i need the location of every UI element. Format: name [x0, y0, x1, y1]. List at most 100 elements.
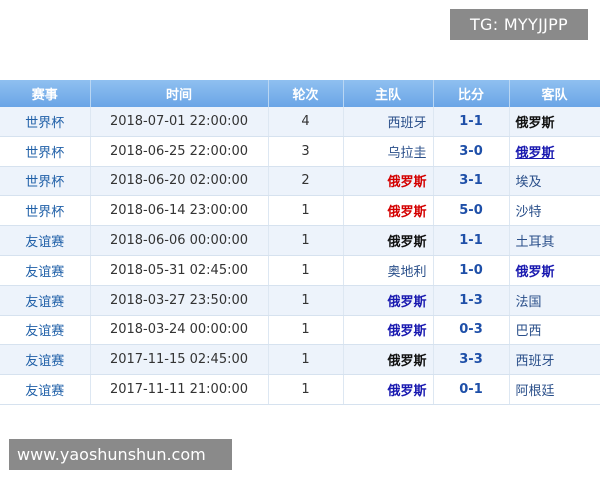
- round-cell: 1: [268, 374, 344, 405]
- away-team-cell: 沙特: [509, 195, 600, 227]
- time-cell: 2018-06-14 23:00:00: [90, 195, 269, 227]
- away-team-text[interactable]: 沙特: [516, 205, 542, 220]
- score-text[interactable]: 3-0: [459, 144, 483, 159]
- home-team-text[interactable]: 俄罗斯: [387, 295, 426, 310]
- away-team-text[interactable]: 俄罗斯: [516, 265, 555, 280]
- event-text[interactable]: 友谊赛: [25, 384, 64, 399]
- score-cell: 3-0: [433, 136, 510, 167]
- round-text: 1: [301, 262, 310, 278]
- header-event[interactable]: 赛事: [0, 80, 91, 107]
- header-time[interactable]: 时间: [90, 80, 269, 107]
- home-team-text[interactable]: 俄罗斯: [387, 384, 426, 399]
- table-body: 世界杯 2018-07-01 22:00:00 4 西班牙 1-1 俄罗斯 世界杯 2018-…: [0, 107, 600, 405]
- table-row: 世界杯 2018-06-25 22:00:00 3 乌拉圭 3-0 俄罗斯: [0, 136, 600, 167]
- event-cell: 世界杯: [0, 166, 91, 197]
- event-text[interactable]: 友谊赛: [25, 265, 64, 280]
- score-text[interactable]: 0-1: [459, 382, 483, 397]
- watermark-bottom: www.yaoshunshun.com: [9, 439, 232, 470]
- round-cell: 1: [268, 195, 344, 227]
- event-cell: 友谊赛: [0, 225, 91, 256]
- time-text: 2018-07-01 22:00:00: [109, 113, 249, 129]
- time-cell: 2018-03-24 00:00:00: [90, 315, 269, 346]
- event-text[interactable]: 世界杯: [25, 146, 64, 161]
- event-text[interactable]: 友谊赛: [25, 235, 64, 250]
- home-team-text[interactable]: 俄罗斯: [387, 235, 426, 250]
- home-team-text[interactable]: 俄罗斯: [387, 354, 426, 369]
- home-team-text[interactable]: 乌拉圭: [387, 146, 426, 161]
- home-team-cell: 俄罗斯: [343, 225, 434, 256]
- time-text: 2018-03-24 00:00:00: [109, 322, 249, 338]
- event-cell: 友谊赛: [0, 315, 91, 346]
- event-cell: 友谊赛: [0, 285, 91, 316]
- home-team-cell: 俄罗斯: [343, 195, 434, 227]
- home-team-text[interactable]: 奥地利: [387, 265, 426, 280]
- score-text[interactable]: 1-3: [459, 293, 483, 308]
- away-team-text[interactable]: 阿根廷: [516, 384, 555, 399]
- away-team-text[interactable]: 西班牙: [516, 354, 555, 369]
- time-cell: 2018-06-25 22:00:00: [90, 136, 269, 167]
- round-cell: 1: [268, 225, 344, 256]
- round-text: 1: [301, 233, 310, 249]
- table-row: 友谊赛 2017-11-15 02:45:00 1 俄罗斯 3-3 西班牙: [0, 344, 600, 376]
- score-cell: 0-1: [433, 374, 510, 405]
- away-team-text[interactable]: 巴西: [516, 324, 542, 339]
- away-team-text[interactable]: 法国: [516, 295, 542, 310]
- away-team-cell: 俄罗斯: [509, 107, 600, 137]
- watermark-top: TG: MYYJJPP: [450, 9, 588, 40]
- away-team-text[interactable]: 埃及: [516, 175, 542, 190]
- table-row: 友谊赛 2017-11-11 21:00:00 1 俄罗斯 0-1 阿根廷: [0, 374, 600, 405]
- event-text[interactable]: 友谊赛: [25, 324, 64, 339]
- round-text: 1: [301, 203, 310, 219]
- table-row: 世界杯 2018-07-01 22:00:00 4 西班牙 1-1 俄罗斯: [0, 107, 600, 137]
- away-team-cell: 法国: [509, 285, 600, 316]
- score-text[interactable]: 1-1: [459, 233, 483, 248]
- event-text[interactable]: 世界杯: [25, 205, 64, 220]
- table-row: 友谊赛 2018-06-06 00:00:00 1 俄罗斯 1-1 土耳其: [0, 225, 600, 256]
- score-text[interactable]: 3-1: [459, 173, 483, 188]
- event-text[interactable]: 友谊赛: [25, 295, 64, 310]
- round-text: 1: [301, 292, 310, 308]
- round-text: 2: [301, 173, 310, 189]
- event-text[interactable]: 友谊赛: [25, 354, 64, 369]
- event-text[interactable]: 世界杯: [25, 116, 64, 131]
- round-text: 1: [301, 352, 310, 368]
- home-team-cell: 俄罗斯: [343, 285, 434, 316]
- table-row: 世界杯 2018-06-20 02:00:00 2 俄罗斯 3-1 埃及: [0, 166, 600, 197]
- away-team-cell: 埃及: [509, 166, 600, 197]
- event-cell: 友谊赛: [0, 374, 91, 405]
- away-team-text[interactable]: 土耳其: [516, 235, 555, 250]
- round-cell: 1: [268, 344, 344, 376]
- score-cell: 5-0: [433, 195, 510, 227]
- score-cell: 1-3: [433, 285, 510, 316]
- header-round[interactable]: 轮次: [268, 80, 344, 107]
- time-cell: 2018-06-20 02:00:00: [90, 166, 269, 197]
- away-team-cell: 俄罗斯: [509, 255, 600, 286]
- round-cell: 1: [268, 255, 344, 286]
- event-cell: 友谊赛: [0, 344, 91, 376]
- score-text[interactable]: 1-1: [459, 114, 483, 129]
- score-text[interactable]: 0-3: [459, 322, 483, 337]
- score-text[interactable]: 1-0: [459, 263, 483, 278]
- header-score[interactable]: 比分: [433, 80, 510, 107]
- score-cell: 1-1: [433, 107, 510, 137]
- time-text: 2017-11-11 21:00:00: [109, 382, 249, 398]
- score-text[interactable]: 3-3: [459, 352, 483, 367]
- home-team-text[interactable]: 西班牙: [387, 116, 426, 131]
- home-team-text[interactable]: 俄罗斯: [387, 205, 426, 220]
- away-team-cell: 阿根廷: [509, 374, 600, 405]
- home-team-text[interactable]: 俄罗斯: [387, 175, 426, 190]
- away-team-text[interactable]: 俄罗斯: [516, 116, 555, 131]
- round-cell: 1: [268, 315, 344, 346]
- time-cell: 2017-11-15 02:45:00: [90, 344, 269, 376]
- home-team-text[interactable]: 俄罗斯: [387, 324, 426, 339]
- score-text[interactable]: 5-0: [459, 203, 483, 218]
- score-cell: 1-0: [433, 255, 510, 286]
- header-home[interactable]: 主队: [343, 80, 434, 107]
- round-text: 1: [301, 382, 310, 398]
- table-row: 友谊赛 2018-05-31 02:45:00 1 奥地利 1-0 俄罗斯: [0, 255, 600, 286]
- event-text[interactable]: 世界杯: [25, 175, 64, 190]
- away-team-text[interactable]: 俄罗斯: [516, 146, 555, 161]
- home-team-cell: 俄罗斯: [343, 344, 434, 376]
- header-away[interactable]: 客队: [509, 80, 600, 107]
- home-team-cell: 俄罗斯: [343, 374, 434, 405]
